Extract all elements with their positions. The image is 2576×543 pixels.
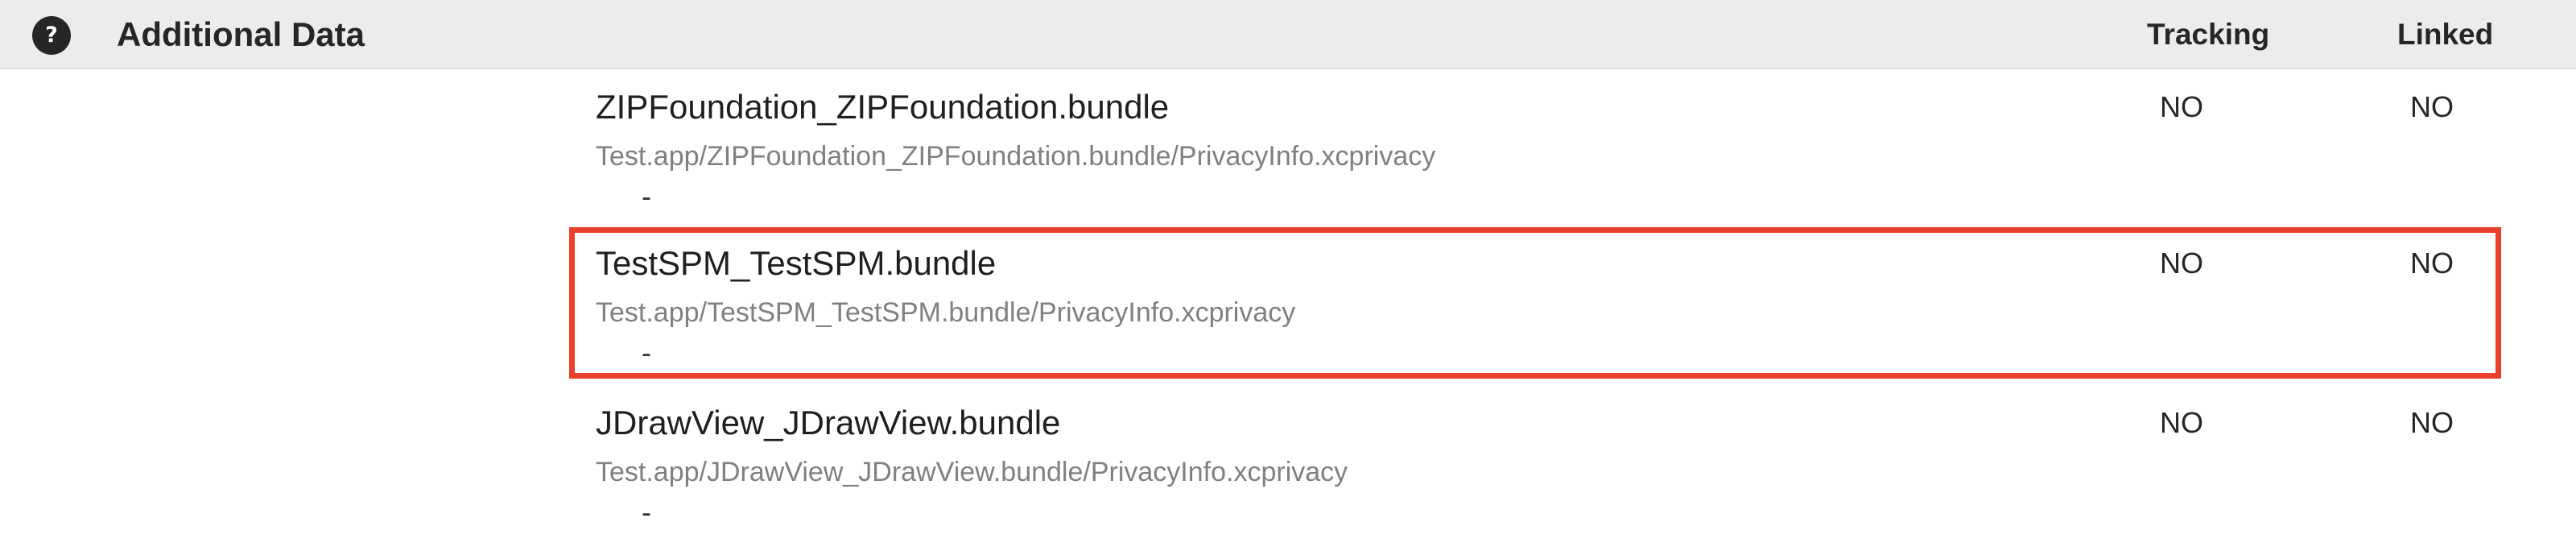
linked-value: NO [2410, 247, 2454, 280]
table-row[interactable]: TestSPM_TestSPM.bundle Test.app/TestSPM_… [0, 226, 2576, 383]
table-row[interactable]: ZIPFoundation_ZIPFoundation.bundle Test.… [0, 69, 2576, 227]
bundle-path: Test.app/JDrawView_JDrawView.bundle/Priv… [596, 457, 1348, 487]
section-header: ? Additional Data Tracking Linked [0, 0, 2576, 69]
question-mark-icon[interactable]: ? [32, 16, 71, 55]
linked-value: NO [2410, 406, 2454, 439]
tracking-value: NO [2160, 406, 2203, 439]
bundle-name: TestSPM_TestSPM.bundle [596, 244, 997, 282]
column-header-linked: Linked [2397, 18, 2494, 51]
bundle-name: JDrawView_JDrawView.bundle [596, 404, 1061, 441]
tracking-value: NO [2160, 247, 2203, 280]
bundle-detail: - [642, 495, 651, 528]
bundle-name: ZIPFoundation_ZIPFoundation.bundle [596, 88, 1170, 126]
bundle-detail: - [642, 180, 651, 213]
bundle-path: Test.app/TestSPM_TestSPM.bundle/PrivacyI… [596, 297, 1296, 328]
column-header-tracking: Tracking [2147, 18, 2270, 51]
linked-value: NO [2410, 90, 2454, 123]
section-title: Additional Data [117, 15, 365, 53]
table-row[interactable]: JDrawView_JDrawView.bundle Test.app/JDra… [0, 385, 2576, 543]
tracking-value: NO [2160, 90, 2203, 123]
bundle-detail: - [642, 336, 651, 369]
bundle-path: Test.app/ZIPFoundation_ZIPFoundation.bun… [596, 141, 1436, 172]
